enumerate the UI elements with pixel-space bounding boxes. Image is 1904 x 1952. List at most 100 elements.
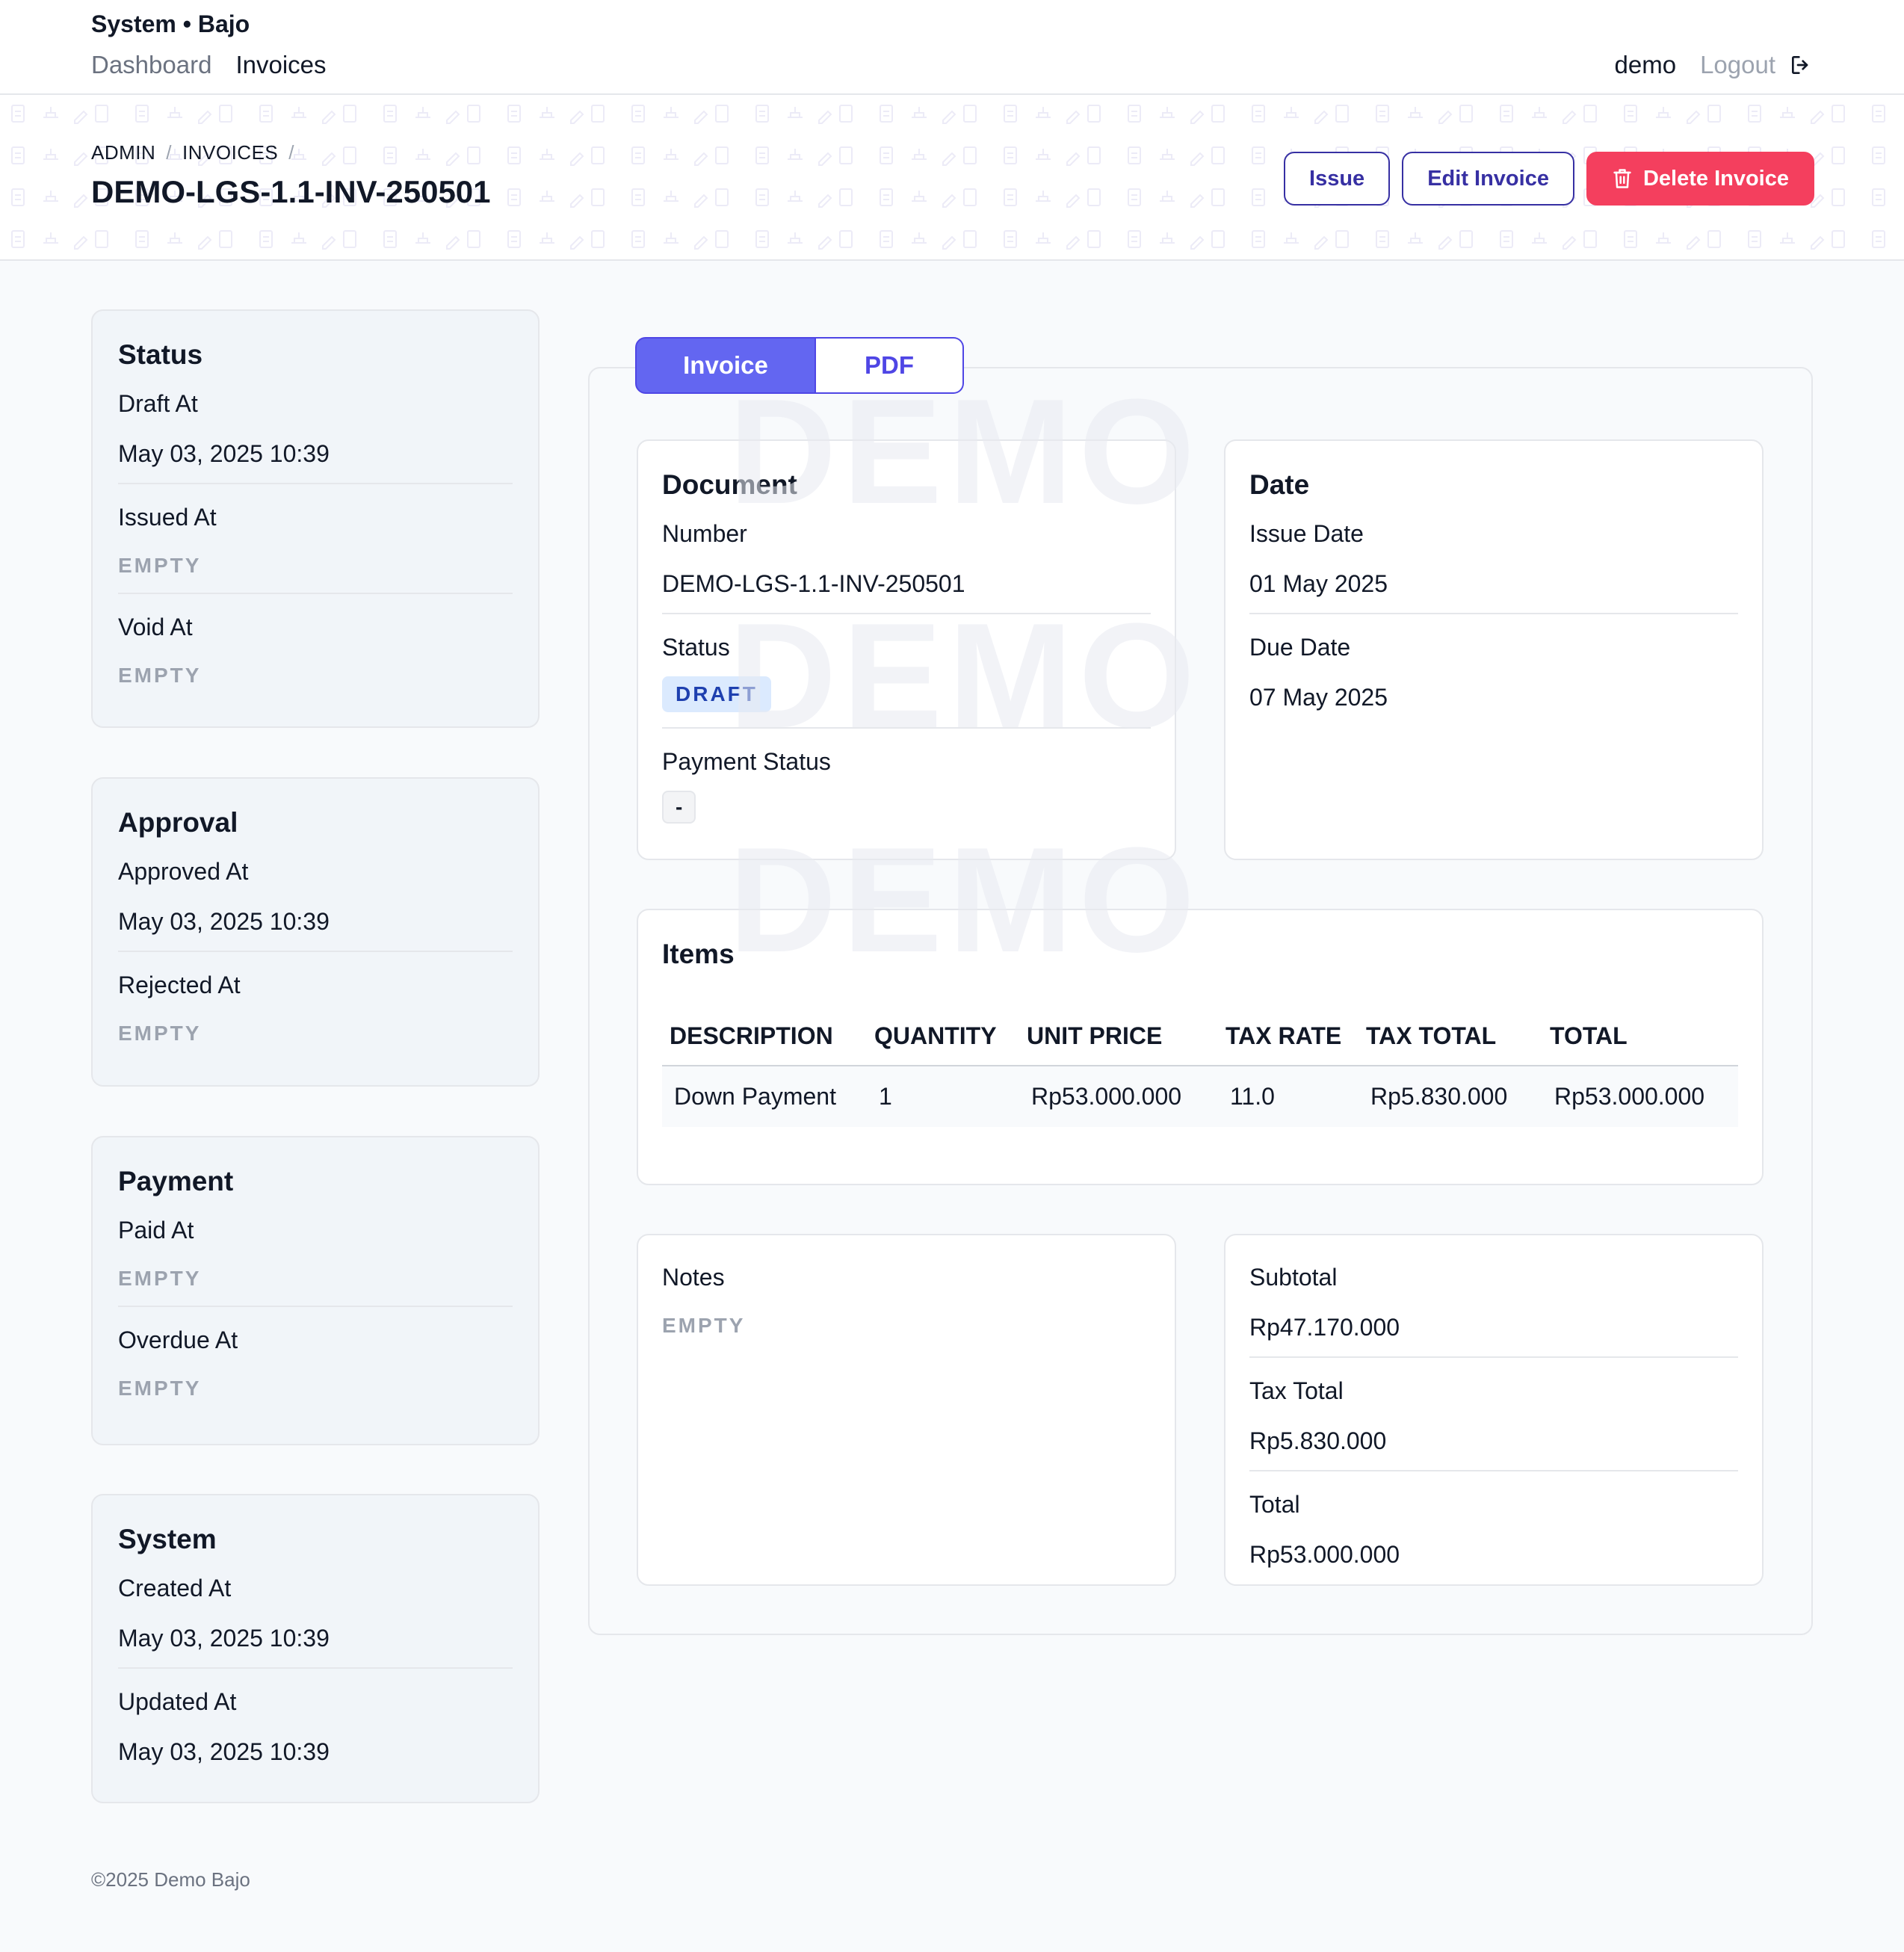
table-cell: 1: [867, 1066, 1019, 1127]
issue-button[interactable]: Issue: [1284, 152, 1391, 206]
void-at-field: Void At EMPTY: [118, 594, 513, 702]
app-title: System • Bajo: [91, 10, 250, 37]
notes-card: Notes EMPTY: [637, 1234, 1176, 1586]
issue-date: 01 May 2025: [1249, 570, 1388, 597]
status-card: Status Draft At May 03, 2025 10:39 Issue…: [91, 309, 540, 728]
column-header: TOTAL: [1542, 1022, 1738, 1066]
system-card-title: System: [118, 1524, 217, 1554]
empty-value: EMPTY: [118, 554, 202, 577]
updated-at-field: Updated At May 03, 2025 10:39: [118, 1669, 513, 1781]
approval-card-title: Approval: [118, 807, 238, 838]
table-cell: Rp5.830.000: [1359, 1066, 1542, 1127]
breadcrumb-admin[interactable]: ADMIN: [91, 141, 155, 164]
due-date: 07 May 2025: [1249, 684, 1388, 711]
field-label: Void At: [118, 614, 193, 640]
tax-total-field: Tax Total Rp5.830.000: [1249, 1358, 1738, 1471]
column-header: UNIT PRICE: [1019, 1022, 1218, 1066]
field-label: Total: [1249, 1491, 1300, 1518]
document-number-field: Number DEMO-LGS-1.1-INV-250501: [662, 501, 1151, 614]
column-header: TAX RATE: [1218, 1022, 1359, 1066]
approval-card: Approval Approved At May 03, 2025 10:39 …: [91, 777, 540, 1087]
system-card: System Created At May 03, 2025 10:39 Upd…: [91, 1494, 540, 1803]
trash-icon: [1613, 169, 1631, 188]
payment-card: Payment Paid At EMPTY Overdue At EMPTY: [91, 1136, 540, 1445]
field-label: Tax Total: [1249, 1377, 1344, 1404]
column-header: DESCRIPTION: [662, 1022, 867, 1066]
table-cell: 11.0: [1218, 1066, 1359, 1127]
empty-value: EMPTY: [662, 1314, 746, 1337]
field-label: Notes: [662, 1264, 725, 1291]
due-date-field: Due Date 07 May 2025: [1249, 614, 1738, 726]
delete-invoice-label: Delete Invoice: [1642, 166, 1789, 191]
payment-status-badge: -: [662, 791, 696, 824]
breadcrumb-invoices[interactable]: INVOICES: [182, 141, 278, 164]
field-label: Overdue At: [118, 1326, 238, 1353]
totals-card: Subtotal Rp47.170.000 Tax Total Rp5.830.…: [1224, 1234, 1764, 1586]
empty-value: EMPTY: [118, 1022, 202, 1045]
top-navbar: System • Bajo Dashboard Invoices demo Lo…: [0, 0, 1904, 95]
breadcrumb: ADMIN / INVOICES /: [91, 141, 294, 164]
field-value: May 03, 2025 10:39: [118, 440, 330, 467]
document-status-field: Status DRAFT: [662, 614, 1151, 729]
logout-label: Logout: [1700, 51, 1775, 78]
subtotal-field: Subtotal Rp47.170.000: [1249, 1235, 1738, 1358]
date-card: Date Issue Date 01 May 2025 Due Date 07 …: [1224, 439, 1764, 860]
page-title: DEMO-LGS-1.1-INV-250501: [91, 174, 491, 209]
user-area: demo Logout: [1615, 51, 1814, 79]
logout-icon: [1792, 56, 1808, 74]
total-value: Rp53.000.000: [1249, 1541, 1400, 1568]
status-badge: DRAFT: [662, 676, 771, 712]
draft-at-field: Draft At May 03, 2025 10:39: [118, 371, 513, 484]
document-card-title: Document: [662, 469, 797, 500]
tab-invoice[interactable]: Invoice: [635, 337, 816, 394]
nav-dashboard[interactable]: Dashboard: [91, 51, 211, 79]
empty-value: EMPTY: [118, 1267, 202, 1290]
rejected-at-field: Rejected At EMPTY: [118, 952, 513, 1060]
empty-value: EMPTY: [118, 664, 202, 687]
date-card-title: Date: [1249, 469, 1310, 500]
field-label: Due Date: [1249, 634, 1351, 661]
delete-invoice-button[interactable]: Delete Invoice: [1586, 152, 1814, 206]
items-table: DESCRIPTION QUANTITY UNIT PRICE TAX RATE…: [662, 1022, 1738, 1127]
document-number: DEMO-LGS-1.1-INV-250501: [662, 570, 965, 597]
column-header: QUANTITY: [867, 1022, 1019, 1066]
field-label: Payment Status: [662, 748, 831, 775]
issued-at-field: Issued At EMPTY: [118, 484, 513, 594]
field-value: May 03, 2025 10:39: [118, 908, 330, 935]
table-row: Down Payment 1 Rp53.000.000 11.0 Rp5.830…: [662, 1066, 1738, 1127]
field-label: Draft At: [118, 390, 198, 417]
column-header: TAX TOTAL: [1359, 1022, 1542, 1066]
main-nav: Dashboard Invoices: [91, 51, 327, 79]
field-label: Created At: [118, 1575, 232, 1602]
page-header: ADMIN / INVOICES / DEMO-LGS-1.1-INV-2505…: [0, 95, 1904, 261]
payment-card-title: Payment: [118, 1166, 234, 1196]
nav-invoices[interactable]: Invoices: [235, 51, 326, 79]
field-label: Issued At: [118, 504, 217, 531]
field-value: May 03, 2025 10:39: [118, 1738, 330, 1765]
breadcrumb-separator: /: [288, 141, 294, 164]
overdue-at-field: Overdue At EMPTY: [118, 1307, 513, 1415]
field-label: Paid At: [118, 1217, 194, 1244]
document-card: Document Number DEMO-LGS-1.1-INV-250501 …: [637, 439, 1176, 860]
edit-invoice-button[interactable]: Edit Invoice: [1402, 152, 1574, 206]
field-label: Status: [662, 634, 730, 661]
view-tabs: Invoice PDF: [635, 337, 964, 394]
items-table-header: DESCRIPTION QUANTITY UNIT PRICE TAX RATE…: [662, 1022, 1738, 1066]
total-field: Total Rp53.000.000: [1249, 1471, 1738, 1584]
issue-date-field: Issue Date 01 May 2025: [1249, 501, 1738, 614]
tab-pdf[interactable]: PDF: [816, 337, 964, 394]
items-card: Items DESCRIPTION QUANTITY UNIT PRICE TA…: [637, 909, 1764, 1185]
field-label: Number: [662, 520, 747, 547]
field-label: Updated At: [118, 1688, 237, 1715]
field-value: May 03, 2025 10:39: [118, 1625, 330, 1652]
empty-value: EMPTY: [118, 1377, 202, 1400]
header-actions: Issue Edit Invoice Delete Invoice: [1284, 152, 1814, 206]
user-name[interactable]: demo: [1615, 51, 1677, 79]
logout-link[interactable]: Logout: [1700, 51, 1813, 79]
approved-at-field: Approved At May 03, 2025 10:39: [118, 838, 513, 952]
field-label: Issue Date: [1249, 520, 1364, 547]
notes-field: Notes EMPTY: [662, 1235, 1151, 1353]
table-cell: Down Payment: [662, 1066, 867, 1127]
table-cell: Rp53.000.000: [1542, 1066, 1738, 1127]
items-card-title: Items: [662, 939, 735, 969]
